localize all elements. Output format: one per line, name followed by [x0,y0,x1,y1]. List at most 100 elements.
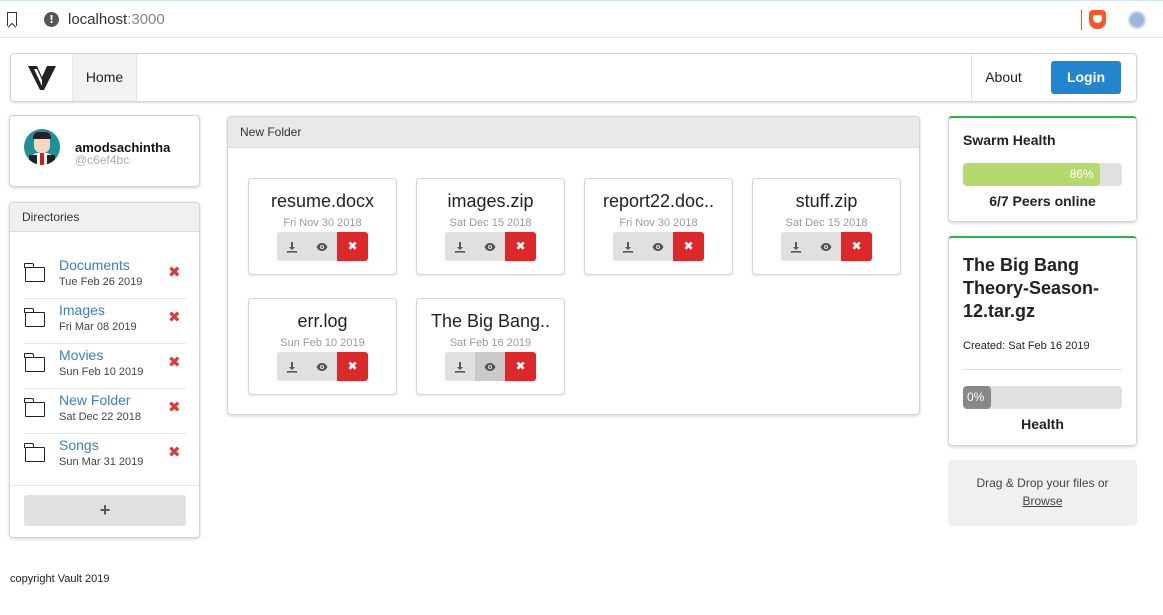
file-dropzone[interactable]: Drag & Drop your files or Browse [948,460,1137,526]
close-icon: ✖ [683,239,694,253]
avatar [24,129,60,165]
vault-logo[interactable] [11,54,73,101]
delete-file-button[interactable]: ✖ [505,352,536,381]
folder-icon [24,353,45,372]
delete-directory-icon[interactable]: ✖ [168,263,181,281]
directory-date: Sun Feb 10 2019 [59,366,144,378]
directory-date: Fri Mar 08 2019 [59,321,137,333]
directory-date: Tue Feb 26 2019 [59,276,143,288]
info-icon[interactable]: ! [44,12,59,27]
browser-toolbar: ! localhost:3000 [0,0,1163,38]
nav-home[interactable]: Home [73,54,137,101]
directory-name[interactable]: Documents [59,257,130,273]
preview-button[interactable] [811,232,841,261]
delete-file-button[interactable]: ✖ [337,352,368,381]
extension-icon[interactable] [1128,11,1146,29]
file-card[interactable]: stuff.zip Sat Dec 15 2018 ✖ [752,178,901,275]
folder-title: New Folder [228,117,919,148]
download-button[interactable] [277,232,307,261]
user-handle: @c6ef4bc [75,153,130,167]
directory-list: Documents Tue Feb 26 2019 ✖ Images Fri M… [24,254,186,479]
vault-logo-icon [28,66,56,90]
file-actions: ✖ [445,232,536,261]
address-bar[interactable]: ! localhost:3000 [32,6,1072,34]
preview-button[interactable] [307,352,337,381]
directory-item[interactable]: Documents Tue Feb 26 2019 ✖ [24,254,186,299]
file-card[interactable]: report22.doc.. Fri Nov 30 2018 ✖ [584,178,733,275]
preview-button[interactable] [307,232,337,261]
directory-date: Sat Dec 22 2018 [59,411,141,423]
file-health-label: Health [1021,416,1064,432]
file-name: report22.doc.. [602,191,715,211]
file-name: err.log [297,311,348,331]
directory-name[interactable]: Songs [59,437,99,453]
file-card[interactable]: The Big Bang.. Sat Feb 16 2019 ✖ [416,298,565,395]
preview-button[interactable] [475,352,505,381]
folder-icon [24,398,45,417]
file-name: The Big Bang.. [430,311,551,331]
close-icon: ✖ [347,359,358,373]
download-button[interactable] [781,232,811,261]
brave-shield-icon[interactable] [1089,10,1106,29]
file-details-title: The Big Bang Theory-Season-12.tar.gz [963,255,1100,321]
nav-about[interactable]: About [971,54,1035,101]
swarm-health-percent: 86% [1069,167,1094,181]
top-navbar: Home About Login [10,53,1137,102]
directory-item[interactable]: Songs Sun Mar 31 2019 ✖ [24,434,186,479]
file-date: Sat Feb 16 2019 [449,337,532,349]
file-actions: ✖ [613,232,704,261]
download-button[interactable] [445,232,475,261]
file-name: resume.docx [270,191,375,211]
profile-card: amodsachintha @c6ef4bc [9,115,200,187]
close-icon: ✖ [515,239,526,253]
add-directory-button[interactable]: + [24,495,186,526]
directory-name[interactable]: Movies [59,347,103,363]
swarm-health-progress-fill: 86% [963,163,1100,186]
delete-file-button[interactable]: ✖ [505,232,536,261]
close-icon: ✖ [347,239,358,253]
download-button[interactable] [613,232,643,261]
file-name: stuff.zip [795,191,858,211]
file-card[interactable]: resume.docx Fri Nov 30 2018 ✖ [248,178,397,275]
bookmark-icon[interactable] [7,12,17,26]
directories-panel: Directories Documents Tue Feb 26 2019 ✖ … [9,202,200,538]
url-text[interactable]: localhost:3000 [68,11,165,28]
close-icon: ✖ [851,239,862,253]
folder-icon [24,443,45,462]
preview-button[interactable] [643,232,673,261]
file-actions: ✖ [277,352,368,381]
file-date: Fri Nov 30 2018 [619,217,698,229]
file-card[interactable]: err.log Sun Feb 10 2019 ✖ [248,298,397,395]
peers-online: 6/7 Peers online [989,193,1096,209]
swarm-health-card: Swarm Health 86% 6/7 Peers online [948,116,1137,222]
file-actions: ✖ [781,232,872,261]
delete-directory-icon[interactable]: ✖ [168,443,181,461]
preview-button[interactable] [475,232,505,261]
file-card[interactable]: images.zip Sat Dec 15 2018 ✖ [416,178,565,275]
directory-name[interactable]: Images [59,302,105,318]
details-divider [963,369,1122,370]
delete-directory-icon[interactable]: ✖ [168,398,181,416]
swarm-health-progress: 86% [963,163,1122,186]
directory-item[interactable]: Images Fri Mar 08 2019 ✖ [24,299,186,344]
file-actions: ✖ [277,232,368,261]
file-details-card: The Big Bang Theory-Season-12.tar.gz Cre… [948,236,1137,446]
delete-file-button[interactable]: ✖ [673,232,704,261]
close-icon: ✖ [515,359,526,373]
directories-footer-divider [10,485,199,486]
delete-file-button[interactable]: ✖ [337,232,368,261]
file-health-progress: 0% [963,386,1122,409]
delete-file-button[interactable]: ✖ [841,232,872,261]
browse-link[interactable]: Browse [948,494,1137,508]
directory-item[interactable]: New Folder Sat Dec 22 2018 ✖ [24,389,186,434]
download-button[interactable] [277,352,307,381]
delete-directory-icon[interactable]: ✖ [168,308,181,326]
directory-date: Sun Mar 31 2019 [59,456,144,468]
file-date: Sat Dec 15 2018 [785,217,868,229]
login-button[interactable]: Login [1051,61,1121,94]
directory-name[interactable]: New Folder [59,392,131,408]
download-button[interactable] [445,352,475,381]
delete-directory-icon[interactable]: ✖ [168,353,181,371]
directory-item[interactable]: Movies Sun Feb 10 2019 ✖ [24,344,186,389]
file-health-percent: 0% [967,390,985,404]
